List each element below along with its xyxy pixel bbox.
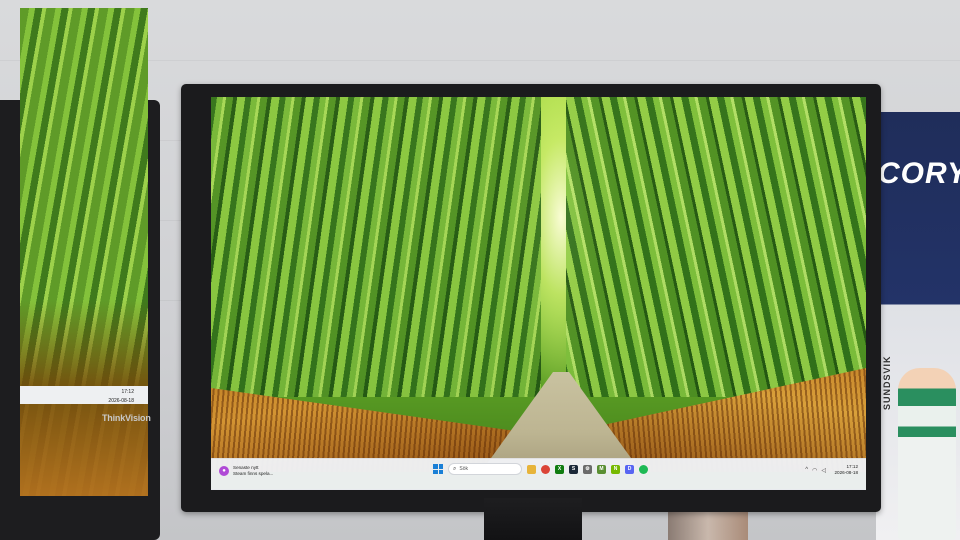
poster-player-photo	[898, 368, 956, 540]
monitor-brand-logo: ThinkVision	[102, 413, 151, 423]
secondary-clock-date: 2026-08-18	[108, 398, 134, 404]
taskbar-center: ⌕ Sök X S ⚙ M N D	[433, 463, 648, 475]
monitor-stand	[484, 498, 582, 540]
taskbar-clock[interactable]: 17:12 2026-08-18	[835, 464, 859, 476]
file-explorer-icon[interactable]	[527, 464, 536, 474]
wifi-icon[interactable]: ◠	[812, 467, 817, 474]
nvidia-icon[interactable]: N	[611, 464, 620, 474]
chevron-up-icon[interactable]: ^	[805, 467, 808, 474]
minecraft-icon[interactable]: M	[597, 464, 606, 474]
system-tray: ^ ◠ ◁	[805, 467, 826, 474]
pinned-apps: X S ⚙ M N D	[527, 464, 648, 474]
discord-icon[interactable]: D	[625, 464, 634, 474]
chrome-icon[interactable]	[541, 464, 550, 474]
clock-date: 2026-08-18	[834, 470, 859, 475]
news-widget-icon: ●	[219, 466, 229, 476]
secondary-clock-time: 17:12	[121, 389, 134, 395]
settings-icon[interactable]: ⚙	[583, 464, 592, 474]
wallpaper-bamboo-right	[566, 97, 866, 397]
news-widget[interactable]: ● Senaste nytt Steam finns spela...	[219, 465, 273, 477]
start-button[interactable]	[433, 464, 443, 474]
desktop-screen	[211, 97, 866, 489]
search-icon: ⌕	[453, 465, 457, 472]
steam-icon[interactable]: S	[569, 464, 578, 474]
volume-icon[interactable]: ◁	[821, 467, 826, 474]
spotify-icon[interactable]	[639, 464, 648, 474]
wallpaper-bamboo-left	[211, 97, 541, 397]
windows-taskbar: ● Senaste nytt Steam finns spela... ⌕ Sö…	[211, 458, 866, 490]
taskbar-search[interactable]: ⌕ Sök	[448, 463, 522, 475]
search-placeholder: Sök	[459, 466, 468, 472]
xbox-icon[interactable]: X	[555, 464, 564, 474]
secondary-monitor-taskbar: 17:12 2026-08-18	[20, 386, 148, 404]
poster-headline: CORY	[878, 157, 960, 190]
news-widget-text: Steam finns spela...	[233, 471, 274, 476]
